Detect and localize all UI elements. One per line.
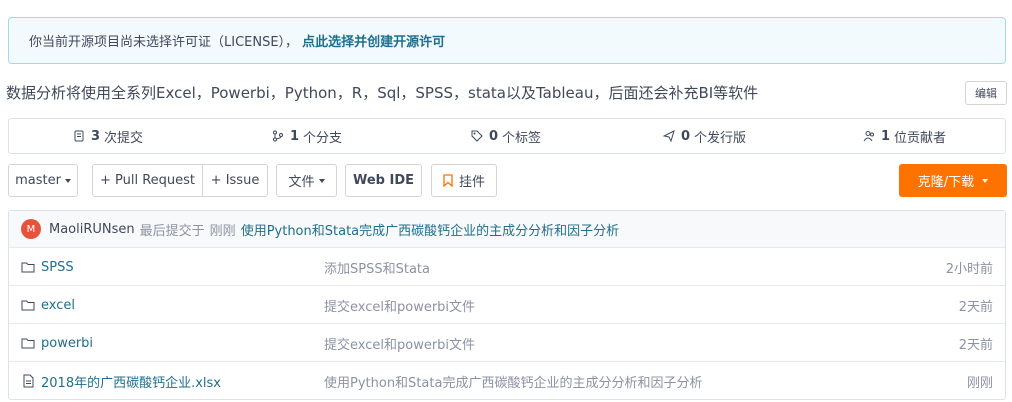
stat-branches-label: 个分支	[303, 130, 343, 146]
create-license-link[interactable]: 点此选择并创建开源许可	[302, 31, 445, 50]
file-commit-message[interactable]: 提交excel和powerbi文件	[324, 324, 475, 362]
avatar[interactable]: M	[21, 219, 41, 239]
file-name-link[interactable]: excel	[21, 286, 75, 324]
table-row: excel 提交excel和powerbi文件 2天前	[9, 286, 1005, 324]
files-menu-button[interactable]: 文件	[276, 164, 337, 197]
stat-commits[interactable]: 3 次提交	[73, 119, 143, 153]
folder-icon	[21, 300, 35, 311]
file-name-link[interactable]: 2018年的广西碳酸钙企业.xlsx	[21, 362, 221, 400]
commit-time: 刚刚	[209, 223, 236, 239]
tag-icon	[471, 130, 483, 142]
file-commit-message[interactable]: 添加SPSS和Stata	[324, 248, 430, 286]
file-list: M MaoliRUNsen 最后提交于 刚刚 使用Python和Stata完成广…	[8, 210, 1006, 400]
file-time: 2小时前	[945, 261, 993, 277]
file-name: excel	[41, 297, 75, 313]
file-name: SPSS	[41, 259, 74, 275]
stat-tags-label: 个标签	[502, 130, 542, 146]
new-pull-request-button[interactable]: + Pull Request	[93, 165, 202, 196]
file-icon	[23, 374, 34, 388]
clone-download-label: 克隆/下载	[917, 175, 975, 190]
commit-icon	[74, 130, 84, 142]
web-ide-button[interactable]: Web IDE	[345, 164, 422, 197]
license-notice: 你当前开源项目尚未选择许可证（LICENSE）， 点此选择并创建开源许可	[8, 17, 1006, 64]
license-notice-text: 你当前开源项目尚未选择许可证（LICENSE），	[29, 35, 299, 50]
file-time: 2天前	[958, 337, 993, 353]
stat-branches[interactable]: 1 个分支	[272, 119, 342, 153]
commit-message-link[interactable]: 使用Python和Stata完成广西碳酸钙企业的主成分分析和因子分析	[241, 220, 619, 239]
file-time: 刚刚	[966, 375, 993, 391]
stat-commits-count: 3	[91, 128, 101, 144]
repo-description: 数据分析将使用全系列Excel，Powerbi，Python，R，Sql，SPS…	[6, 84, 759, 102]
release-icon	[663, 130, 675, 142]
file-name: 2018年的广西碳酸钙企业.xlsx	[41, 375, 221, 391]
file-commit-message[interactable]: 提交excel和powerbi文件	[324, 286, 475, 324]
table-row: powerbi 提交excel和powerbi文件 2天前	[9, 324, 1005, 362]
pr-issue-group: + Pull Request + Issue	[92, 164, 268, 197]
chevron-down-icon	[318, 178, 325, 183]
stat-branches-count: 1	[290, 128, 300, 144]
branch-select[interactable]: master	[8, 164, 78, 197]
stat-releases-label: 个发行版	[694, 130, 747, 146]
branch-icon	[273, 130, 283, 142]
stat-tags-count: 0	[489, 128, 499, 144]
stat-commits-label: 次提交	[104, 130, 144, 146]
chevron-down-icon	[982, 178, 989, 183]
edit-description-button[interactable]: 编辑	[965, 81, 1007, 105]
widget-button[interactable]: 挂件	[431, 164, 497, 197]
contributors-icon	[863, 131, 874, 142]
table-row: SPSS 添加SPSS和Stata 2小时前	[9, 248, 1005, 286]
commit-meta: 最后提交于	[139, 223, 205, 239]
files-menu-label: 文件	[288, 175, 315, 190]
stat-releases-count: 0	[681, 128, 691, 144]
folder-icon	[21, 262, 35, 273]
file-commit-message[interactable]: 使用Python和Stata完成广西碳酸钙企业的主成分分析和因子分析	[324, 362, 702, 400]
stat-contributors-count: 1	[881, 128, 891, 144]
file-name-link[interactable]: powerbi	[21, 324, 93, 362]
latest-commit-bar: M MaoliRUNsen 最后提交于 刚刚 使用Python和Stata完成广…	[9, 211, 1005, 248]
stat-releases[interactable]: 0 个发行版	[663, 119, 746, 153]
clone-download-button[interactable]: 克隆/下载	[899, 164, 1007, 197]
repo-toolbar: master + Pull Request + Issue 文件 Web IDE…	[8, 164, 1007, 197]
widget-label: 挂件	[458, 175, 485, 190]
bookmark-icon	[443, 174, 453, 187]
file-name-link[interactable]: SPSS	[21, 248, 74, 286]
commit-author[interactable]: MaoliRUNsen	[49, 222, 135, 237]
repo-stats-bar: 3 次提交 1 个分支 0 个标签 0 个发行版 1 位贡献者	[8, 118, 1006, 154]
chevron-down-icon	[64, 178, 71, 183]
stat-contributors-label: 位贡献者	[894, 130, 947, 146]
new-issue-button[interactable]: + Issue	[203, 165, 267, 196]
stat-tags[interactable]: 0 个标签	[471, 119, 541, 153]
stat-contributors[interactable]: 1 位贡献者	[863, 119, 946, 153]
file-name: powerbi	[41, 335, 94, 351]
file-time: 2天前	[958, 299, 993, 315]
folder-icon	[21, 338, 35, 349]
branch-select-label: master	[15, 173, 61, 188]
table-row: 2018年的广西碳酸钙企业.xlsx 使用Python和Stata完成广西碳酸钙…	[9, 362, 1005, 400]
